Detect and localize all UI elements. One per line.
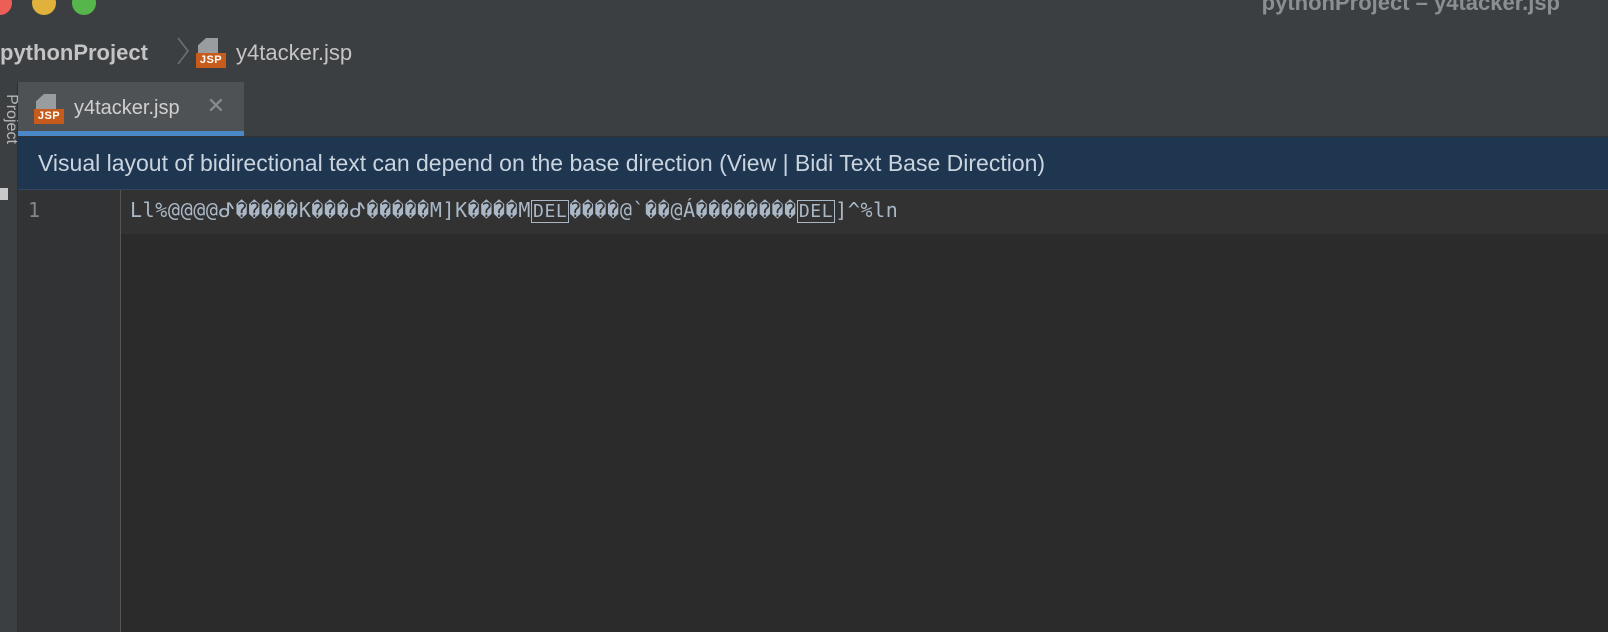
code-text: ����@`��@Á�������� <box>569 198 797 222</box>
jsp-file-icon: JSP <box>196 38 226 68</box>
banner-text: Visual layout of bidirectional text can … <box>38 150 1046 176</box>
maximize-window-button[interactable] <box>72 0 96 15</box>
del-control-char: DEL <box>796 200 836 223</box>
window-title: pythonProject – y4tacker.jsp <box>1261 0 1560 15</box>
line-number-gutter: 1 <box>18 190 121 632</box>
line-number: 1 <box>28 198 41 222</box>
project-tool-strip: Project <box>0 82 20 632</box>
navigation-bar: pythonProject JSP y4tacker.jsp <box>0 22 1608 83</box>
title-bar: pythonProject – y4tacker.jsp <box>0 0 1608 22</box>
chevron-right-icon <box>177 37 189 65</box>
breadcrumb-project[interactable]: pythonProject <box>0 40 148 66</box>
breadcrumb-file[interactable]: y4tacker.jsp <box>236 40 352 66</box>
close-icon[interactable]: ✕ <box>204 94 228 118</box>
tab-y4tacker-jsp[interactable]: JSP y4tacker.jsp ✕ <box>18 82 244 136</box>
minimize-window-button[interactable] <box>32 0 56 15</box>
code-text: ]^%ln <box>835 198 899 222</box>
active-tab-indicator <box>18 131 244 136</box>
code-editor[interactable]: 1 Ll%@@@@ᕷ�����K���ᕷ�����M]K����M DEL ����… <box>18 190 1608 632</box>
code-line-1[interactable]: Ll%@@@@ᕷ�����K���ᕷ�����M]K����M DEL ����@`… <box>130 198 899 223</box>
del-control-char: DEL <box>531 200 570 223</box>
tool-window-marker <box>0 188 8 200</box>
tab-label: y4tacker.jsp <box>74 97 180 119</box>
code-text: Ll%@@@@ᕷ�����K���ᕷ�����M]K����M <box>130 198 532 222</box>
close-window-button[interactable] <box>0 0 12 15</box>
editor-tab-bar: JSP y4tacker.jsp ✕ <box>18 82 1608 137</box>
bidi-notification-banner: Visual layout of bidirectional text can … <box>18 137 1608 190</box>
jsp-file-icon: JSP <box>34 94 64 124</box>
